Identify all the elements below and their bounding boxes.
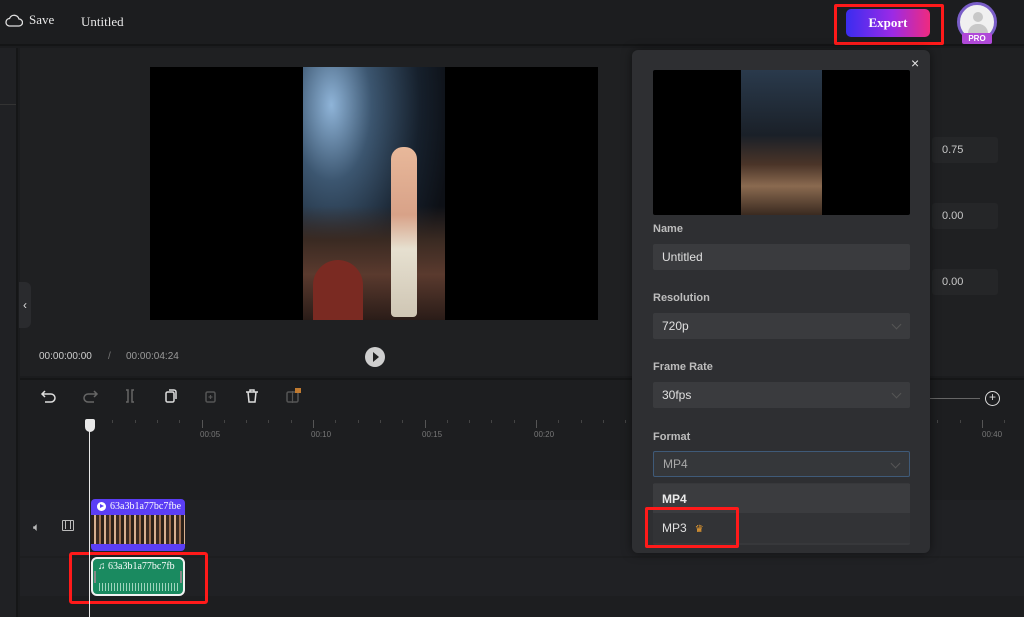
- split-icon[interactable]: [121, 387, 139, 405]
- format-value: MP4: [663, 457, 688, 471]
- play-circle-icon: [97, 502, 106, 511]
- current-time: 00:00:00:00: [39, 351, 92, 362]
- format-select[interactable]: MP4: [653, 451, 910, 477]
- ruler-label: 00:15: [422, 430, 443, 439]
- total-time: 00:00:04:24: [126, 351, 179, 362]
- pro-badge: PRO: [962, 33, 992, 44]
- ruler-label: 00:20: [534, 430, 555, 439]
- property-field[interactable]: 0.00: [932, 269, 998, 295]
- ruler-label: 00:10: [311, 430, 332, 439]
- ruler-tick: [514, 420, 515, 423]
- mute-track-icon[interactable]: 🔈︎: [33, 520, 40, 535]
- undo-icon[interactable]: [40, 387, 58, 405]
- property-field[interactable]: 0.75: [932, 137, 998, 163]
- save-label: Save: [29, 12, 55, 27]
- ruler-label: 00:05: [200, 430, 221, 439]
- ruler-tick: [358, 420, 359, 423]
- delete-icon[interactable]: [243, 387, 261, 405]
- ruler-tick: [402, 420, 403, 423]
- ruler-tick: [179, 420, 180, 423]
- ruler-tick: [937, 420, 938, 423]
- ruler-tick: [447, 420, 448, 423]
- ruler-tick: [380, 420, 381, 423]
- ruler-tick: [135, 420, 136, 423]
- ruler-tick: [982, 420, 983, 428]
- ruler-tick: [558, 420, 559, 423]
- chevron-down-icon: [890, 458, 901, 469]
- ruler-tick: [603, 420, 604, 423]
- ruler-tick: [425, 420, 426, 428]
- ruler-tick: [157, 420, 158, 423]
- name-input[interactable]: Untitled: [653, 244, 910, 270]
- playhead-handle[interactable]: [85, 419, 95, 432]
- property-field[interactable]: 0.00: [932, 203, 998, 229]
- duplicate-icon[interactable]: [162, 387, 180, 405]
- chevron-down-icon: [891, 388, 902, 399]
- video-clip-label: 63a3b1a77bc7fbe: [97, 501, 181, 512]
- video-clip-name: 63a3b1a77bc7fbe: [110, 501, 182, 512]
- ruler-tick: [625, 420, 626, 423]
- video-track-icon[interactable]: [62, 520, 74, 531]
- frame-rate-select[interactable]: 30fps: [653, 382, 910, 408]
- resolution-label: Resolution: [653, 292, 710, 304]
- export-preview-frame: [741, 70, 822, 215]
- video-thumbnail: [91, 515, 185, 544]
- name-label: Name: [653, 223, 683, 235]
- save-button[interactable]: Save: [5, 12, 54, 28]
- mp3-highlight-box: [645, 507, 739, 548]
- ruler-tick: [335, 420, 336, 423]
- frame-rate-label: Frame Rate: [653, 361, 713, 373]
- ruler-tick: [224, 420, 225, 423]
- zoom-in-button[interactable]: +: [985, 391, 1000, 406]
- ruler-tick: [112, 420, 113, 423]
- video-frame: [303, 67, 445, 320]
- ruler-tick: [1004, 420, 1005, 423]
- video-clip[interactable]: 63a3b1a77bc7fbe: [91, 499, 185, 551]
- image-detail: [313, 260, 363, 320]
- zoom-slider[interactable]: [930, 398, 980, 399]
- ruler-tick: [536, 420, 537, 428]
- image-detail: [391, 147, 417, 317]
- close-icon[interactable]: ×: [911, 56, 923, 70]
- playhead-line: [89, 430, 90, 617]
- replace-pro-icon[interactable]: [284, 387, 302, 405]
- ruler-tick: [202, 420, 203, 428]
- add-clip-icon[interactable]: [202, 387, 220, 405]
- ruler-tick: [291, 420, 292, 423]
- ruler-tick: [960, 420, 961, 423]
- collapse-panel-button[interactable]: ‹: [19, 282, 31, 328]
- export-preview: [653, 70, 910, 215]
- ruler-tick: [246, 420, 247, 423]
- ruler-tick: [313, 420, 314, 428]
- chevron-down-icon: [891, 319, 902, 330]
- ruler-label: 00:40: [982, 430, 1003, 439]
- ruler-tick: [268, 420, 269, 423]
- ruler-tick: [581, 420, 582, 423]
- frame-rate-value: 30fps: [662, 388, 692, 402]
- play-button[interactable]: [365, 347, 385, 367]
- avatar-head-icon: [973, 12, 983, 22]
- export-button[interactable]: Export: [846, 9, 930, 37]
- redo-icon[interactable]: [81, 387, 99, 405]
- cloud-icon: [5, 14, 23, 27]
- left-panel: [0, 48, 18, 617]
- time-separator: /: [108, 351, 111, 362]
- ruler-tick: [469, 420, 470, 423]
- resolution-select[interactable]: 720p: [653, 313, 910, 339]
- divider: [0, 104, 16, 105]
- ruler-tick: [491, 420, 492, 423]
- resolution-value: 720p: [662, 319, 689, 333]
- project-title[interactable]: Untitled: [81, 14, 124, 30]
- format-label: Format: [653, 431, 691, 443]
